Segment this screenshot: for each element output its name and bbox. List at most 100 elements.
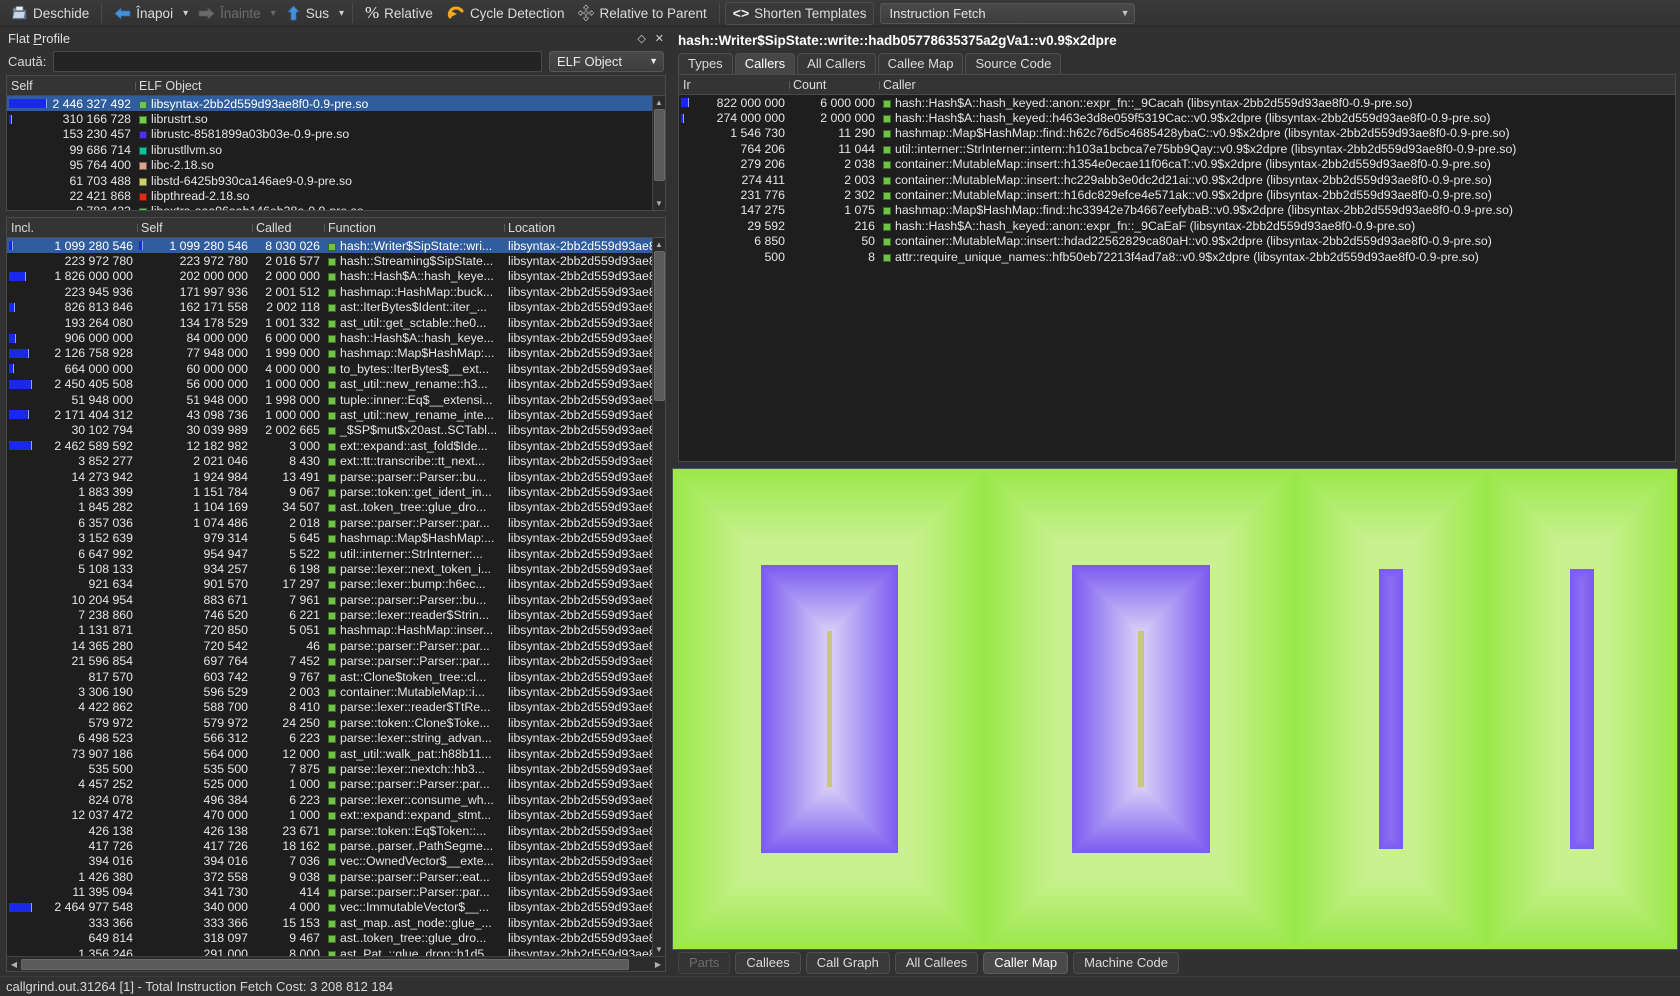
table-row[interactable]: 22 421 868 libpthread-2.18.so [7, 188, 665, 203]
table-row[interactable]: 3 152 639 979 314 5 645 hashmap::Map$HashMa… [7, 530, 665, 545]
table-row[interactable]: 10 204 954 883 671 7 961 parse::parser::Par… [7, 592, 665, 607]
table-row[interactable]: 4 457 252 525 000 1 000 parse::parser::Pars… [7, 777, 665, 792]
table-row[interactable]: 6 647 992 954 947 5 522 util::interner::Str… [7, 546, 665, 561]
function-table[interactable]: Incl. Self Called Function Location 1 09… [6, 217, 666, 972]
table-row[interactable]: 95 764 400 libc-2.18.so [7, 158, 665, 173]
table-row[interactable]: 310 166 728 librustrt.so [7, 111, 665, 126]
function-horizontal-scrollbar[interactable]: ◀ ▶ [7, 956, 665, 971]
function-table-body[interactable]: 1 099 280 546 1 099 280 546 8 030 026 hash:… [7, 238, 665, 956]
table-row[interactable]: 14 273 942 1 924 984 13 491 parse::parser::… [7, 469, 665, 484]
table-row[interactable]: 12 037 472 470 000 1 000 ext::expand::expan… [7, 807, 665, 822]
table-row[interactable]: 500 8 attr::require_unique_names::hfb50eb7… [679, 249, 1675, 264]
table-row[interactable]: 817 570 603 742 9 767 ast::Clone$token_tree… [7, 669, 665, 684]
table-row[interactable]: 51 948 000 51 948 000 1 998 000 tuple::inne… [7, 392, 665, 407]
back-dropdown-chevron-icon[interactable]: ▾ [180, 8, 191, 19]
bottom-tab-call-graph[interactable]: Call Graph [805, 952, 890, 974]
tab-types[interactable]: Types [678, 53, 733, 74]
table-row[interactable]: 73 907 186 564 000 12 000 ast_util::walk_pa… [7, 746, 665, 761]
table-row[interactable]: 99 686 714 librustllvm.so [7, 142, 665, 157]
treemap-block-4[interactable] [1486, 469, 1677, 949]
table-row[interactable]: 7 238 860 746 520 6 221 parse::lexer::reade… [7, 607, 665, 622]
table-row[interactable]: 822 000 000 6 000 000 hash::Hash$A::hash_k… [679, 95, 1675, 110]
group-by-combo[interactable]: ELF Object ▼ [549, 50, 664, 72]
table-row[interactable]: 4 422 862 588 700 8 410 parse::lexer::reade… [7, 700, 665, 715]
bottom-tab-machine-code[interactable]: Machine Code [1073, 952, 1179, 974]
table-row[interactable]: 535 500 535 500 7 875 parse::lexer::nextch:… [7, 761, 665, 776]
bottom-tab-callees[interactable]: Callees [735, 952, 801, 974]
caller-map-treemap[interactable] [672, 468, 1678, 950]
bottom-tab-all-callees[interactable]: All Callees [894, 952, 979, 974]
scroll-left-icon[interactable]: ◀ [7, 960, 21, 969]
elf-scroll-track[interactable] [653, 109, 666, 197]
table-row[interactable]: 5 108 133 934 257 6 198 parse::lexer::next_… [7, 561, 665, 576]
table-row[interactable]: 764 206 11 044 util::interner::StrInterner… [679, 141, 1675, 156]
treemap-block-2[interactable] [984, 469, 1296, 949]
table-row[interactable]: 1 426 380 372 558 9 038 parse::parser::Pars… [7, 869, 665, 884]
scroll-up-icon[interactable]: ▲ [653, 238, 666, 251]
table-row[interactable]: 1 131 871 720 850 5 051 hashmap::HashMap::i… [7, 623, 665, 638]
relative-toggle-button[interactable]: % Relative [358, 2, 440, 25]
treemap-block-3[interactable] [1295, 469, 1487, 949]
table-row[interactable]: 824 078 496 384 6 223 parse::lexer::consume… [7, 792, 665, 807]
column-header-count[interactable]: Count [789, 78, 879, 92]
table-row[interactable]: 193 264 080 134 178 529 1 001 332 ast_util:… [7, 315, 665, 330]
table-row[interactable]: 394 016 394 016 7 036 vec::OwnedVector$__ex… [7, 854, 665, 869]
table-row[interactable]: 6 850 50 container::MutableMap::insert::hd… [679, 234, 1675, 249]
column-header-function[interactable]: Function [324, 221, 504, 235]
table-row[interactable]: 1 546 730 11 290 hashmap::Map$HashMap::fin… [679, 126, 1675, 141]
column-header-elf-object[interactable]: ELF Object [135, 79, 665, 93]
table-row[interactable]: 649 814 318 097 9 467 ast..token_tree::glue… [7, 931, 665, 946]
table-row[interactable]: 426 138 426 138 23 671 parse::token::Eq$Tok… [7, 823, 665, 838]
table-row[interactable]: 921 634 901 570 17 297 parse::lexer::bump::… [7, 577, 665, 592]
table-row[interactable]: 61 703 488 libstd-6425b930ca146ae9-0.9-pr… [7, 173, 665, 188]
table-row[interactable]: 1 356 246 291 000 8 000 ast..Pat_::glue_dro… [7, 946, 665, 956]
table-row[interactable]: 417 726 417 726 18 162 parse..parser..PathS… [7, 838, 665, 853]
table-row[interactable]: 153 230 457 librustc-8581899a03b03e-0.9-p… [7, 127, 665, 142]
elf-vertical-scrollbar[interactable]: ▲ ▼ [652, 96, 665, 210]
table-row[interactable]: 1 883 399 1 151 784 9 067 parse::token::get… [7, 484, 665, 499]
table-row[interactable]: 30 102 794 30 039 989 2 002 665 _$SP$mut$x2… [7, 423, 665, 438]
table-row[interactable]: 2 446 327 492 libsyntax-2bb2d559d93ae8f0-… [7, 96, 665, 112]
scroll-up-icon[interactable]: ▲ [653, 96, 666, 109]
function-vertical-scrollbar[interactable]: ▲ ▼ [652, 238, 665, 956]
callers-table[interactable]: Ir Count Caller 822 000 000 6 000 000 hash… [678, 74, 1676, 462]
table-row[interactable]: 223 972 780 223 972 780 2 016 577 hash::Str… [7, 253, 665, 268]
column-header-location[interactable]: Location [504, 221, 665, 235]
table-row[interactable]: 3 306 190 596 529 2 003 container::MutableM… [7, 684, 665, 699]
table-row[interactable]: 664 000 000 60 000 000 4 000 000 to_bytes::… [7, 361, 665, 376]
table-row[interactable]: 29 592 216 hash::Hash$A::hash_keyed::anon:… [679, 218, 1675, 233]
table-row[interactable]: 274 000 000 2 000 000 hash::Hash$A::hash_k… [679, 110, 1675, 125]
table-row[interactable]: 11 395 094 341 730 414 parse::parser::Parse… [7, 884, 665, 899]
table-row[interactable]: 579 972 579 972 24 250 parse::token::Clone$… [7, 715, 665, 730]
forward-dropdown-chevron-icon[interactable]: ▾ [268, 8, 279, 19]
bottom-tab-caller-map[interactable]: Caller Map [983, 952, 1069, 974]
scroll-down-icon[interactable]: ▼ [653, 943, 666, 956]
table-row[interactable]: 2 464 977 548 340 000 4 000 vec::ImmutableV… [7, 900, 665, 915]
table-row[interactable]: 14 365 280 720 542 46 parse::parser::Parser… [7, 638, 665, 653]
bottom-tabbar[interactable]: Parts Callees Call Graph All Callees Caller … [670, 950, 1680, 976]
callers-table-body[interactable]: 822 000 000 6 000 000 hash::Hash$A::hash_k… [679, 95, 1675, 461]
table-row[interactable]: 1 826 000 000 202 000 000 2 000 000 hash::H… [7, 269, 665, 284]
up-button[interactable]: Sus [279, 2, 336, 25]
column-header-self[interactable]: Self [7, 79, 135, 93]
column-header-ir[interactable]: Ir [679, 78, 789, 92]
detail-tabbar[interactable]: Types Callers All Callers Callee Map Source … [670, 52, 1680, 74]
shorten-templates-button[interactable]: <> Shorten Templates [724, 1, 875, 25]
tab-all-callers[interactable]: All Callers [797, 53, 876, 74]
float-icon[interactable]: ◇ [637, 32, 645, 45]
function-hscroll-track[interactable] [21, 957, 651, 972]
tab-callers[interactable]: Callers [734, 53, 796, 74]
cycle-detection-button[interactable]: Cycle Detection [440, 2, 572, 25]
table-row[interactable]: 223 945 936 171 997 936 2 001 512 hashmap::… [7, 284, 665, 299]
table-row[interactable]: 6 357 036 1 074 486 2 018 parse::parser::Pa… [7, 515, 665, 530]
event-type-combo[interactable]: Instruction Fetch ▼ [880, 2, 1136, 24]
up-dropdown-chevron-icon[interactable]: ▾ [336, 8, 347, 19]
table-row[interactable]: 21 596 854 697 764 7 452 parse::parser::Par… [7, 654, 665, 669]
column-header-called[interactable]: Called [252, 221, 324, 235]
table-row[interactable]: 1 099 280 546 1 099 280 546 8 030 026 hash:… [7, 238, 665, 254]
scroll-right-icon[interactable]: ▶ [651, 960, 665, 969]
table-row[interactable]: 906 000 000 84 000 000 6 000 000 hash::Hash… [7, 330, 665, 345]
function-scroll-thumb[interactable] [653, 251, 665, 401]
table-row[interactable]: 274 411 2 003 container::MutableMap::inser… [679, 172, 1675, 187]
function-scroll-track[interactable] [653, 251, 666, 943]
